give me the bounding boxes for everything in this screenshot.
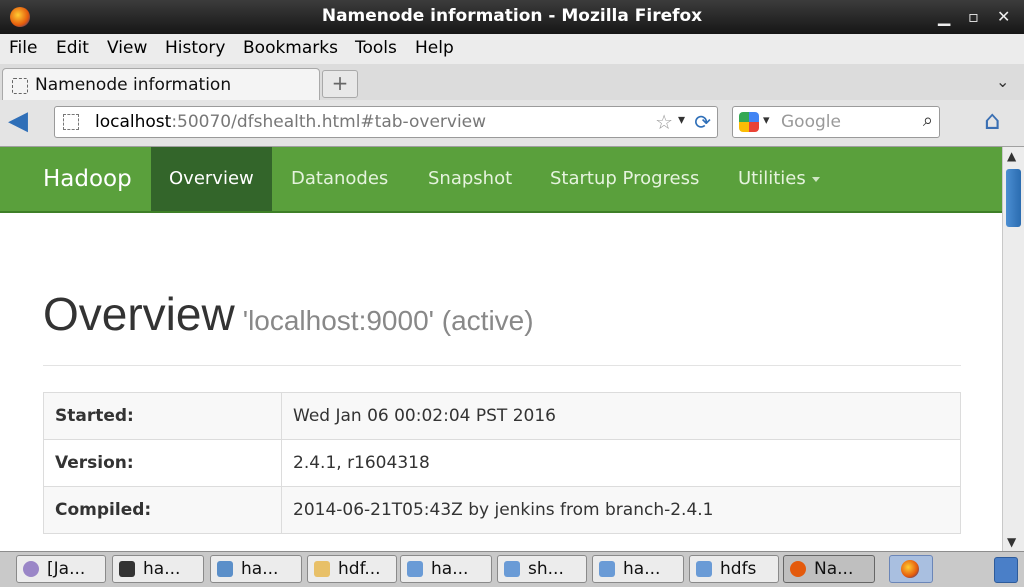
menu-tools[interactable]: Tools (355, 38, 397, 58)
page-subtitle: 'localhost:9000' (active) (242, 305, 534, 336)
page-viewport: Hadoop Overview Datanodes Snapshot Start… (0, 147, 1002, 551)
chevron-down-icon[interactable]: ▾ (678, 112, 685, 128)
home-icon[interactable]: ⌂ (984, 106, 1001, 136)
hadoop-brand[interactable]: Hadoop (43, 166, 132, 192)
menu-edit[interactable]: Edit (56, 38, 89, 58)
taskbar-item-firefox[interactable]: Na... (783, 555, 875, 583)
folder-icon (504, 561, 520, 577)
maximize-button[interactable]: ▫ (968, 7, 979, 26)
menu-history[interactable]: History (165, 38, 225, 58)
workspace-switcher-icon[interactable] (994, 557, 1018, 583)
divider (43, 365, 961, 366)
address-text[interactable]: localhost:50070/dfshealth.html#tab-overv… (95, 112, 486, 132)
menu-view[interactable]: View (107, 38, 147, 58)
tray-firefox-button[interactable] (889, 555, 933, 583)
taskbar-item-editor[interactable]: hdf... (307, 555, 397, 583)
binoculars-icon[interactable]: ⌕ (923, 110, 933, 131)
menu-bookmarks[interactable]: Bookmarks (243, 38, 338, 58)
menu-help[interactable]: Help (415, 38, 454, 58)
table-row: Version: 2.4.1, r1604318 (43, 439, 961, 487)
menu-file[interactable]: File (9, 38, 37, 58)
taskbar: [Ja... ha... ha... hdf... ha... sh... ha… (0, 551, 1024, 587)
chevron-down-icon[interactable]: ▾ (763, 113, 770, 128)
taskbar-item-folder-hdfs[interactable]: hdfs (689, 555, 779, 583)
row-key: Started: (43, 392, 282, 440)
hadoop-navbar: Hadoop Overview Datanodes Snapshot Start… (0, 147, 1002, 213)
nav-snapshot[interactable]: Snapshot (410, 147, 530, 211)
tab-namenode-information[interactable]: Namenode information (2, 68, 320, 101)
firefox-icon (790, 561, 806, 577)
folder-icon (407, 561, 423, 577)
table-row: Started: Wed Jan 06 00:02:04 PST 2016 (43, 392, 961, 440)
page-icon (63, 114, 79, 130)
page-title: Overview'localhost:9000' (active) (43, 288, 534, 340)
menu-bar: File Edit View History Bookmarks Tools H… (0, 34, 1024, 64)
scroll-up-icon[interactable]: ▲ (1007, 149, 1016, 163)
firefox-icon (901, 560, 919, 578)
address-bar[interactable]: localhost:50070/dfshealth.html#tab-overv… (54, 106, 718, 138)
tab-strip: Namenode information + ⌄ (0, 64, 1024, 101)
navigation-bar: ◀ localhost:50070/dfshealth.html#tab-ove… (0, 100, 1024, 147)
close-button[interactable]: ✕ (997, 7, 1010, 26)
row-key: Compiled: (43, 486, 282, 534)
nav-datanodes[interactable]: Datanodes (273, 147, 406, 211)
app-icon (23, 561, 39, 577)
search-placeholder: Google (781, 112, 841, 132)
overview-table: Started: Wed Jan 06 00:02:04 PST 2016 Ve… (43, 392, 961, 534)
minimize-button[interactable]: ▁ (938, 7, 950, 26)
table-row: Compiled: 2014-06-21T05:43Z by jenkins f… (43, 486, 961, 534)
scroll-down-icon[interactable]: ▼ (1007, 535, 1016, 549)
scroll-thumb[interactable] (1006, 169, 1021, 227)
caret-down-icon (811, 176, 820, 182)
taskbar-item-ha-home[interactable]: ha... (210, 555, 302, 583)
tab-list-button[interactable]: ⌄ (996, 72, 1009, 91)
taskbar-item-folder-ha[interactable]: ha... (400, 555, 492, 583)
text-editor-icon (314, 561, 330, 577)
nav-startup-progress[interactable]: Startup Progress (532, 147, 717, 211)
row-key: Version: (43, 439, 282, 487)
terminal-icon (119, 561, 135, 577)
row-value: 2.4.1, r1604318 (281, 439, 961, 487)
home-folder-icon (217, 561, 233, 577)
taskbar-item-folder-sh[interactable]: sh... (497, 555, 587, 583)
vertical-scrollbar[interactable]: ▲ ▼ (1002, 147, 1024, 551)
taskbar-item-folder-ha2[interactable]: ha... (592, 555, 684, 583)
taskbar-item-terminal[interactable]: ha... (112, 555, 204, 583)
search-box[interactable]: ▾ Google ⌕ (732, 106, 940, 138)
nav-utilities[interactable]: Utilities (720, 147, 838, 211)
window-title-bar: Namenode information - Mozilla Firefox ▁… (0, 0, 1024, 34)
new-tab-button[interactable]: + (322, 70, 358, 98)
google-icon[interactable] (739, 112, 759, 132)
bookmark-star-icon[interactable]: ☆ (655, 110, 673, 134)
taskbar-item-java[interactable]: [Ja... (16, 555, 106, 583)
page-icon (12, 78, 28, 94)
window-title: Namenode information - Mozilla Firefox (321, 6, 703, 26)
folder-icon (599, 561, 615, 577)
back-arrow-icon[interactable]: ◀ (8, 108, 28, 134)
folder-icon (696, 561, 712, 577)
row-value: Wed Jan 06 00:02:04 PST 2016 (281, 392, 961, 440)
reload-icon[interactable]: ⟳ (694, 110, 711, 134)
row-value: 2014-06-21T05:43Z by jenkins from branch… (281, 486, 961, 534)
tab-label: Namenode information (35, 75, 232, 95)
nav-overview[interactable]: Overview (151, 147, 272, 211)
